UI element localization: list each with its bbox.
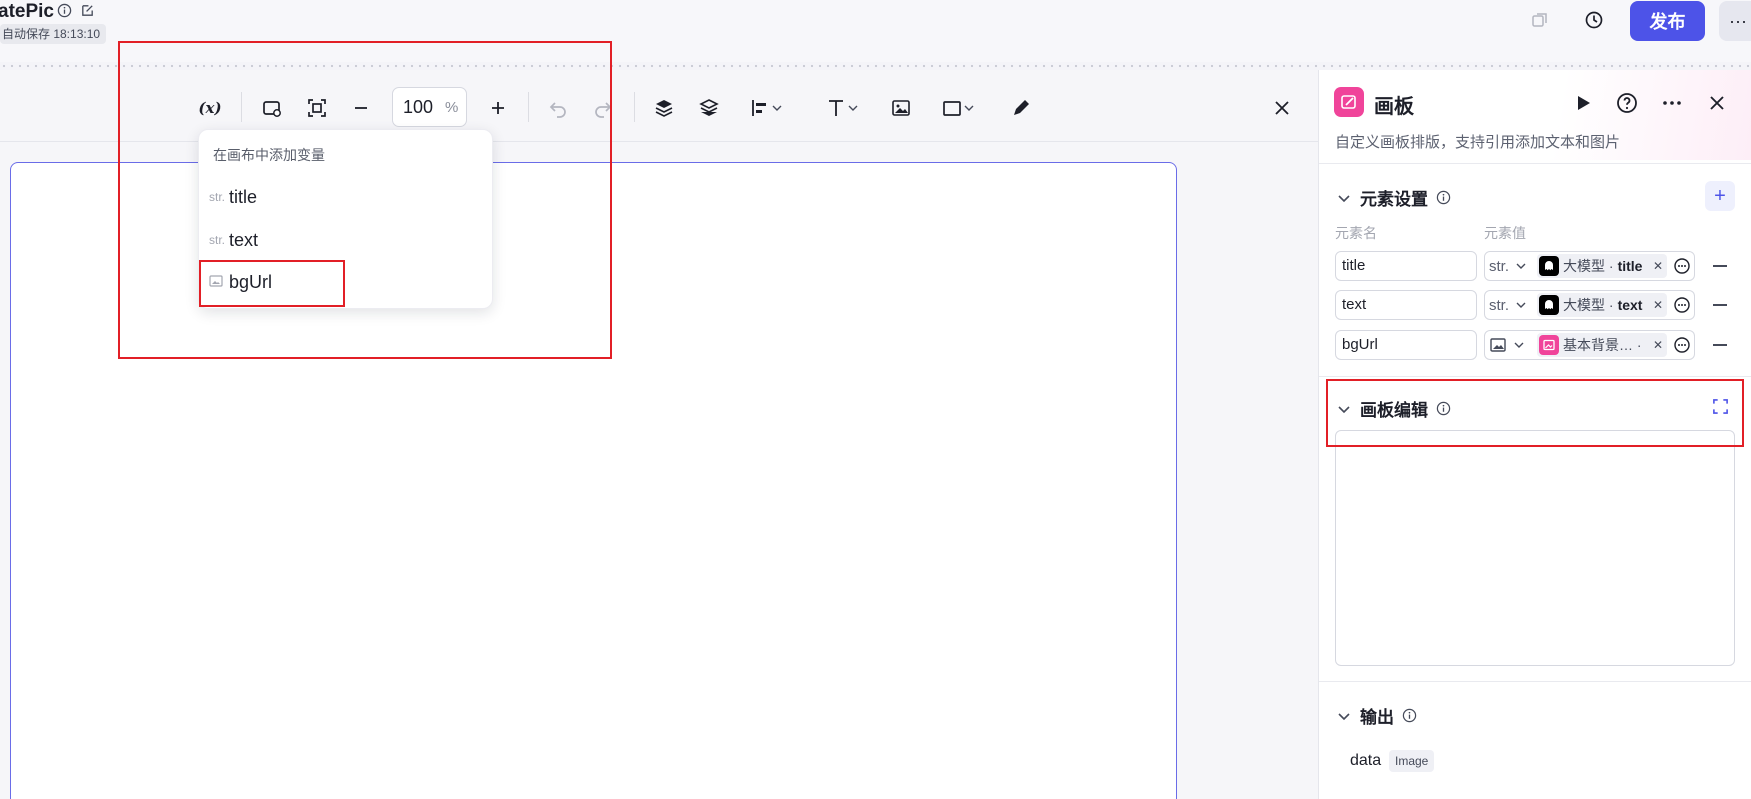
text-tool-dropdown[interactable] [817,94,867,122]
info-icon [1402,708,1417,723]
element-value-field[interactable]: 大模型 · text ✕ [1533,290,1695,320]
edit-icon[interactable] [80,3,95,18]
highlight-box [199,260,345,307]
autosave-status: 自动保存 18:13:10 [0,24,107,44]
info-icon [1436,190,1451,205]
type-select[interactable] [1484,330,1534,360]
column-header-name: 元素名 [1335,225,1377,241]
image-tool-icon[interactable] [887,94,915,122]
more-icon[interactable] [1660,91,1684,115]
layers-icon[interactable] [695,94,723,122]
close-icon[interactable] [1705,91,1729,115]
remove-reference-icon[interactable]: ✕ [1653,338,1663,352]
output-section-header[interactable]: 输出 [1336,703,1417,728]
publish-button[interactable]: 发布 [1630,1,1705,41]
panel-description: 自定义画板排版，支持引用添加文本和图片 [1335,134,1621,151]
highlight-box [1326,379,1744,447]
type-select[interactable]: str. [1484,290,1534,320]
element-name-input[interactable]: title [1335,251,1477,281]
reference-tag: 大模型 · title ✕ [1537,254,1667,278]
reference-tag: 基本背景… · ✕ [1537,333,1667,357]
chevron-down-icon [1338,194,1350,202]
element-name-input[interactable]: text [1335,290,1477,320]
element-name-input[interactable]: bgUrl [1335,330,1477,360]
reference-node: 大模型 · [1563,297,1614,313]
output-variable-name: data [1350,752,1382,769]
element-value-field[interactable]: 基本背景… · ✕ [1533,330,1695,360]
reference-node: 大模型 · [1563,258,1614,274]
reference-tag: 大模型 · text ✕ [1537,293,1667,317]
info-icon[interactable] [57,3,72,18]
chevron-down-icon [772,105,782,111]
divider [1319,376,1751,377]
remove-reference-icon[interactable]: ✕ [1653,298,1663,312]
reference-field: text [1617,297,1643,313]
canvas-node-icon [1334,87,1364,117]
play-icon[interactable] [1572,92,1594,114]
image-type-icon [1490,338,1506,352]
align-dropdown[interactable] [741,94,791,122]
toolbar-separator [634,92,635,122]
more-options-button[interactable]: ··· [1719,1,1751,41]
close-icon[interactable] [1268,94,1296,122]
section-title: 输出 [1360,708,1394,727]
chevron-down-icon [1338,712,1350,720]
divider [1319,681,1751,682]
llm-node-icon [1539,295,1559,315]
reference-field: title [1617,258,1643,274]
variable-picker-icon [1674,258,1690,274]
divider [1319,163,1751,164]
add-element-button[interactable]: + [1705,181,1735,211]
history-icon[interactable] [1584,10,1604,30]
variable-picker-icon [1674,337,1690,353]
chevron-down-icon [1516,302,1526,308]
column-header-value: 元素值 [1484,225,1526,241]
variable-picker-icon [1674,297,1690,313]
pen-tool-icon[interactable] [1007,94,1035,122]
chevron-down-icon [848,105,858,111]
section-title: 元素设置 [1360,190,1428,209]
reference-node: 基本背景… · [1563,337,1642,353]
output-type-badge: Image [1389,750,1435,772]
image-node-icon [1539,335,1559,355]
canvas-preview[interactable] [1335,430,1735,666]
chevron-down-icon [1514,342,1524,348]
type-label: str. [1489,296,1510,314]
remove-row-icon[interactable] [1713,265,1727,267]
remove-row-icon[interactable] [1713,344,1727,346]
shape-tool-dropdown[interactable] [933,94,983,122]
remove-reference-icon[interactable]: ✕ [1653,259,1663,273]
app-title: atePic [0,1,54,22]
copy-icon[interactable] [1531,11,1549,29]
remove-row-icon[interactable] [1713,304,1727,306]
panel-title: 画板 [1374,96,1414,118]
element-value-field[interactable]: 大模型 · title ✕ [1533,251,1695,281]
elements-section-header[interactable]: 元素设置 [1336,185,1451,210]
chevron-down-icon [1516,263,1526,269]
type-label: str. [1489,257,1510,275]
chevron-down-icon [964,105,974,111]
help-icon[interactable] [1615,91,1639,115]
bring-forward-icon[interactable] [650,94,678,122]
llm-node-icon [1539,256,1559,276]
type-select[interactable]: str. [1484,251,1534,281]
highlight-box [118,41,612,359]
